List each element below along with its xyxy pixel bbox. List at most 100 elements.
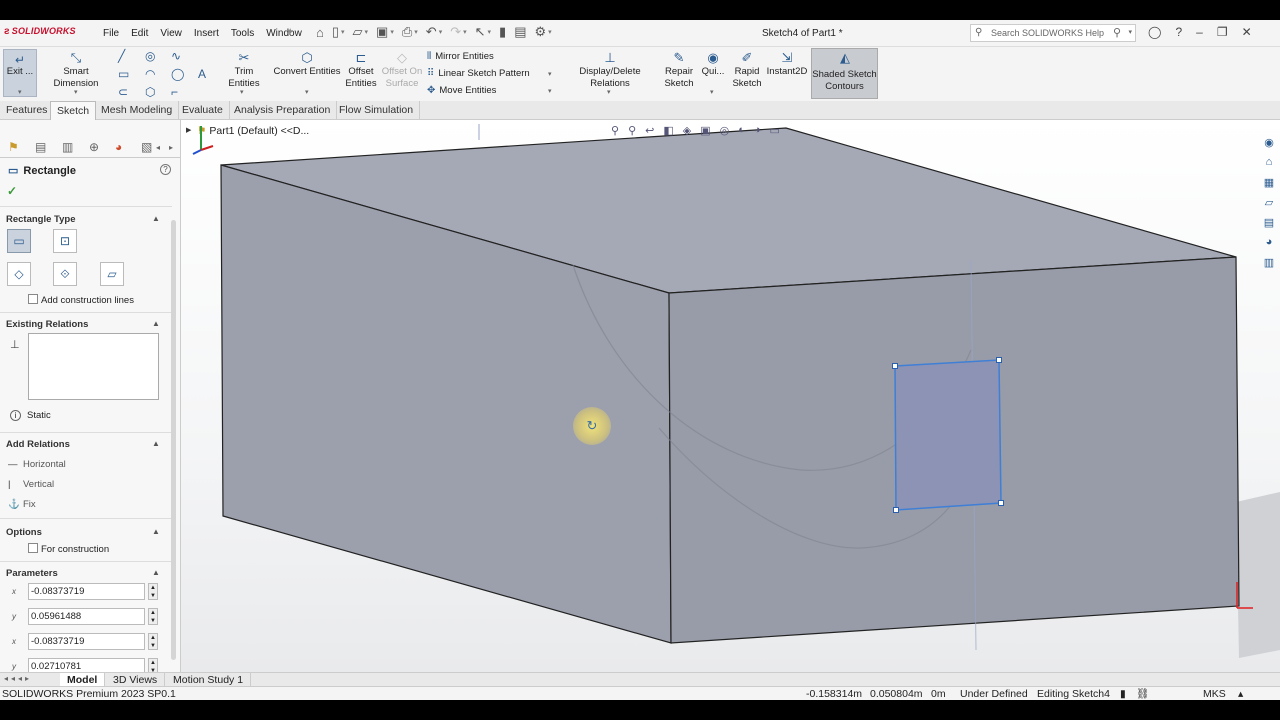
three-point-center-icon[interactable]: ⟐	[53, 262, 77, 286]
menu-view[interactable]: View	[154, 28, 188, 39]
rapid-sketch-button[interactable]: ✐ Rapid Sketch	[732, 50, 762, 90]
rectangle-type-header[interactable]: Rectangle Type	[6, 214, 76, 225]
save-icon[interactable]: ▣	[376, 24, 388, 40]
chevron-up-icon[interactable]: ▲	[152, 319, 160, 328]
chevron-down-icon[interactable]: ▾	[305, 88, 309, 96]
file-properties-icon[interactable]: ▤	[514, 24, 526, 40]
redo-icon[interactable]: ↷	[450, 24, 461, 40]
apply-scene-icon[interactable]: ◑	[754, 124, 761, 136]
chevron-down-icon[interactable]: ▾	[414, 28, 418, 36]
repair-sketch-button[interactable]: ✎ Repair Sketch	[664, 50, 694, 90]
user-icon[interactable]: ◯	[1148, 25, 1161, 39]
display-style-icon[interactable]: ▣	[700, 124, 710, 137]
mirror-entities-button[interactable]: ⫴ Mirror Entities	[427, 51, 494, 62]
link-icon[interactable]: ⛓	[1136, 687, 1149, 701]
rectangle-corner-point[interactable]	[996, 357, 1002, 363]
panel-scrollbar[interactable]	[171, 220, 176, 660]
tab-flow-simulation[interactable]: Flow Simulation	[333, 101, 421, 120]
spinner-icon[interactable]: ▲ ▼	[148, 608, 158, 625]
view-palette-icon[interactable]: ▤	[1258, 216, 1280, 236]
spinner-icon[interactable]: ▲ ▼	[148, 633, 158, 650]
linear-sketch-pattern-button[interactable]: ⠿ Linear Sketch Pattern	[427, 68, 530, 79]
graphics-area[interactable]: ▶ ⚑Part1 (Default) <<D... ⚲ ⚲ ↩ ◧ ◈ ▣ ◎ …	[181, 120, 1280, 672]
arc-icon[interactable]: ◠	[145, 67, 155, 81]
param-x1-input[interactable]: -0.08373719	[28, 583, 145, 600]
zoom-to-fit-icon[interactable]: ⚲	[611, 124, 619, 137]
model-canvas[interactable]	[181, 120, 1280, 672]
chevron-down-icon[interactable]: ▾	[18, 88, 22, 96]
spinner-icon[interactable]: ▲ ▼	[148, 658, 158, 672]
fillet-icon[interactable]: ⌐	[171, 85, 178, 99]
minimize-icon[interactable]: –	[1196, 25, 1203, 39]
hide-show-icon[interactable]: ◎	[720, 124, 730, 137]
chevron-right-icon[interactable]: ▸	[169, 143, 173, 152]
menu-edit[interactable]: Edit	[125, 28, 154, 39]
chevron-down-icon[interactable]: ▾	[341, 28, 345, 36]
configuration-manager-icon[interactable]: ▥	[62, 140, 73, 154]
chevron-down-icon[interactable]: ▾	[710, 88, 714, 96]
solidworks-logo[interactable]: ƨ SOLIDWORKS	[4, 26, 76, 37]
circle-icon[interactable]: ◎	[145, 49, 155, 63]
corner-rectangle-icon[interactable]: ▭	[7, 229, 31, 253]
open-folder-icon[interactable]: ▱	[353, 24, 363, 40]
undo-icon[interactable]: ↶	[426, 24, 437, 40]
relation-vertical[interactable]: | Vertical	[8, 479, 54, 490]
param-x2-input[interactable]: -0.08373719	[28, 633, 145, 650]
tab-evaluate[interactable]: Evaluate	[176, 101, 230, 120]
search-input[interactable]: ⚲ Search SOLIDWORKS Help ⚲ ▾	[970, 24, 1136, 42]
rectangle-corner-point[interactable]	[998, 500, 1004, 506]
chevron-down-icon[interactable]: ▾	[1128, 28, 1132, 36]
options-gear-icon[interactable]: ⚙	[535, 24, 547, 40]
zoom-area-icon[interactable]: ⚲	[628, 124, 636, 137]
chevron-down-icon[interactable]: ▾	[488, 28, 492, 36]
parallelogram-icon[interactable]: ▱	[100, 262, 124, 286]
tab-mesh-modeling[interactable]: Mesh Modeling	[95, 101, 180, 120]
offset-on-surface-button[interactable]: ◇ Offset On Surface	[381, 50, 423, 90]
chevron-down-icon[interactable]: ▾	[390, 28, 394, 36]
ok-check-icon[interactable]: ✓	[7, 184, 17, 198]
rebuild-icon[interactable]: ▮	[1120, 687, 1126, 701]
display-manager-icon[interactable]: ◕	[115, 140, 122, 154]
tab-model[interactable]: Model	[60, 673, 106, 687]
spinner-icon[interactable]: ▲ ▼	[148, 583, 158, 600]
custom-status-icon[interactable]: ▴	[1238, 687, 1243, 701]
chevron-left-icon[interactable]: ◂	[156, 143, 160, 152]
custom-properties-icon[interactable]: ▥	[1258, 256, 1280, 276]
file-explorer-icon[interactable]: ▱	[1258, 196, 1280, 216]
param-y1-input[interactable]: 0.05961488	[28, 608, 145, 625]
options-header[interactable]: Options	[6, 527, 42, 538]
chevron-down-icon[interactable]: ▾	[74, 88, 78, 96]
center-rectangle-icon[interactable]: ⊡	[53, 229, 77, 253]
convert-entities-button[interactable]: ⬡ Convert Entities	[273, 50, 341, 78]
menu-insert[interactable]: Insert	[188, 28, 225, 39]
smart-dimension-button[interactable]: ⤡ Smart Dimension	[40, 50, 112, 90]
add-relations-header[interactable]: Add Relations	[6, 439, 70, 450]
edit-appearance-icon[interactable]: ◐	[738, 124, 745, 136]
slot-icon[interactable]: ⊂	[118, 85, 128, 99]
menu-tools[interactable]: Tools	[225, 28, 260, 39]
restore-icon[interactable]: ❐	[1217, 25, 1228, 39]
parameters-header[interactable]: Parameters	[6, 568, 58, 579]
view-orientation-icon[interactable]: ◈	[683, 124, 691, 137]
existing-relations-header[interactable]: Existing Relations	[6, 319, 88, 330]
display-delete-relations-button[interactable]: ⊥ Display/Delete Relations	[560, 50, 660, 90]
chevron-up-icon[interactable]: ▲	[152, 568, 160, 577]
chevron-up-icon[interactable]: ▲	[152, 439, 160, 448]
chevron-down-icon[interactable]: ▾	[607, 88, 611, 96]
tab-3d-views[interactable]: 3D Views	[106, 673, 166, 687]
help-icon[interactable]: ?	[160, 164, 171, 175]
design-library-icon[interactable]: ▦	[1258, 176, 1280, 196]
rectangle-icon[interactable]: ▭	[118, 67, 129, 81]
chevron-down-icon[interactable]: ▾	[240, 88, 244, 96]
property-manager-icon[interactable]: ▤	[35, 140, 46, 154]
chevron-down-icon[interactable]: ▾	[548, 70, 552, 78]
rectangle-corner-point[interactable]	[893, 507, 899, 513]
view-settings-icon[interactable]: ▭	[770, 124, 780, 137]
line-icon[interactable]: ╱	[118, 49, 125, 63]
relation-horizontal[interactable]: — Horizontal	[8, 459, 66, 470]
shaded-sketch-contours-button[interactable]: ◭ Shaded Sketch Contours	[811, 48, 878, 99]
for-construction-checkbox[interactable]: For construction	[28, 543, 109, 555]
traffic-light-icon[interactable]: ▮	[499, 24, 506, 40]
tab-nav-arrows-icon[interactable]: ◂◂◂▸	[4, 674, 32, 683]
tab-features[interactable]: Features	[0, 101, 55, 120]
